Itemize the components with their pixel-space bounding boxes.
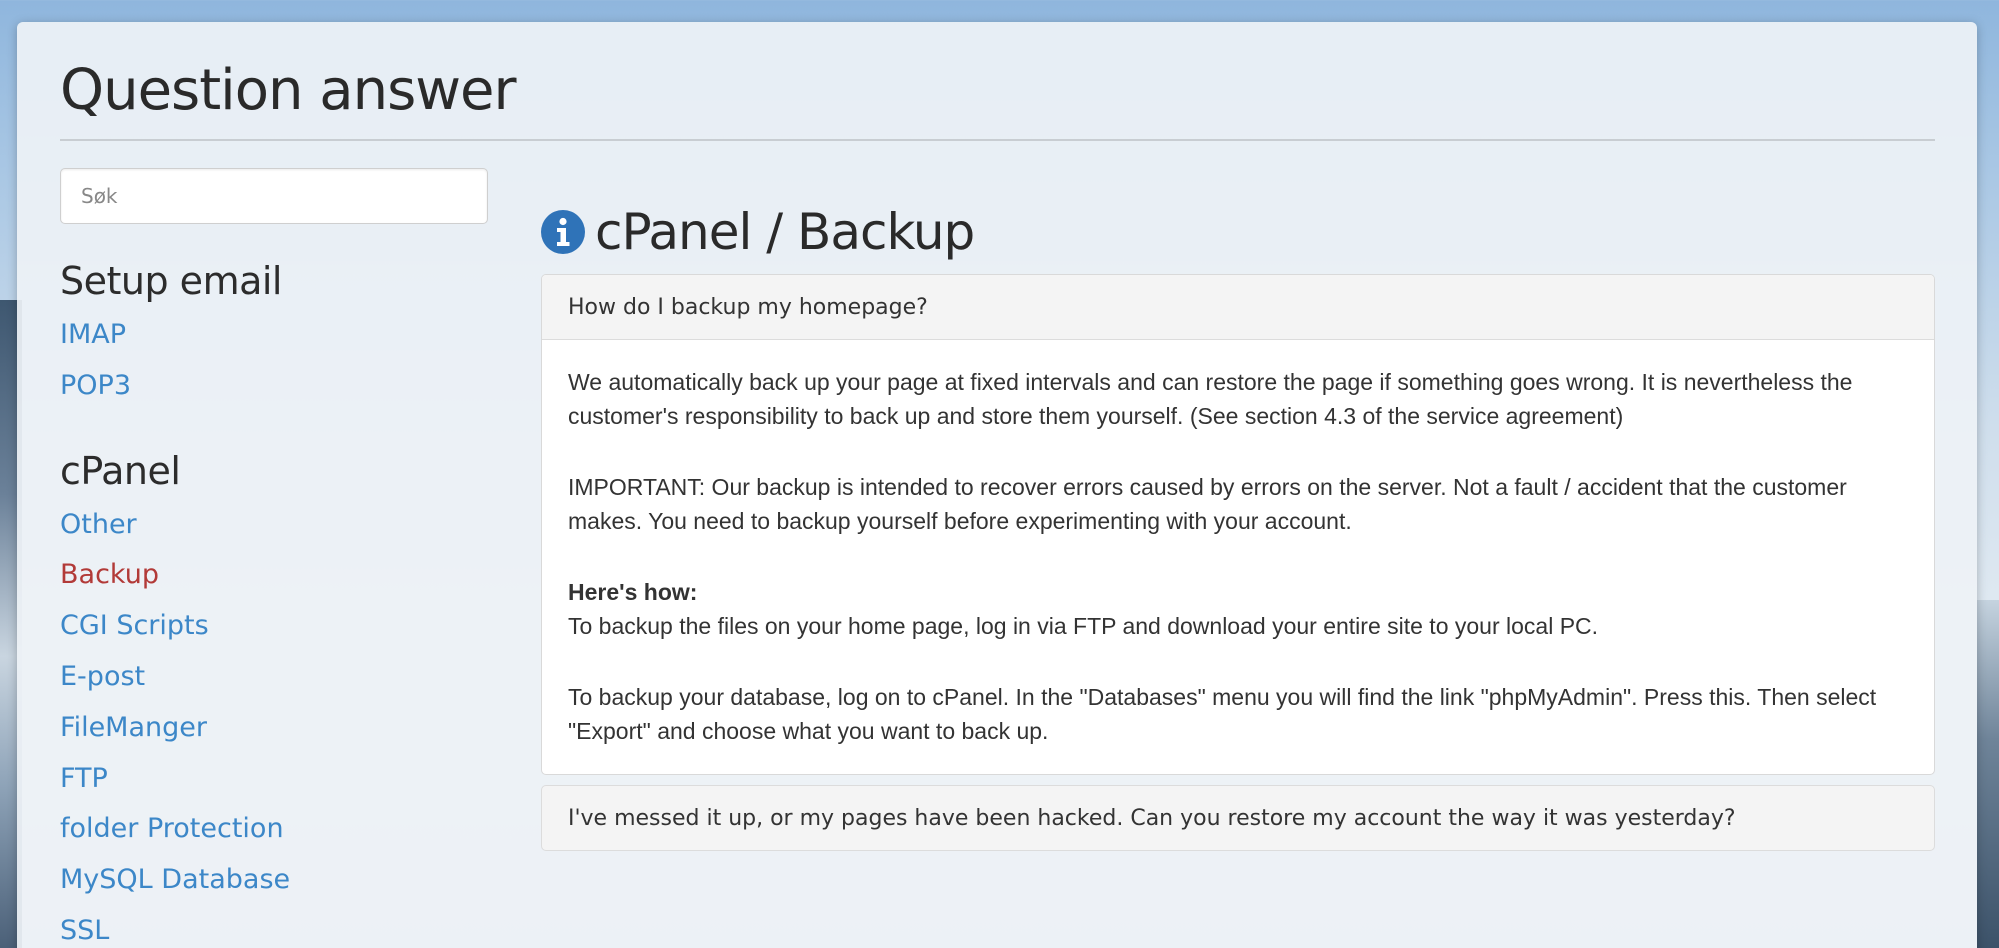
sidebar: Setup email IMAP POP3 cPanel Other Backu… bbox=[60, 252, 500, 948]
sidebar-item-cgi-scripts[interactable]: CGI Scripts bbox=[60, 601, 500, 652]
sidebar-item-filemanger[interactable]: FileManger bbox=[60, 703, 500, 754]
sidebar-item-mysql-database[interactable]: MySQL Database bbox=[60, 855, 500, 906]
faq-question-toggle[interactable]: How do I backup my homepage? bbox=[542, 275, 1934, 340]
section-title: cPanel / Backup bbox=[595, 203, 975, 261]
answer-paragraph: To backup your database, log on to cPane… bbox=[568, 684, 1877, 744]
page-title: Question answer bbox=[60, 58, 517, 123]
sidebar-item-pop3[interactable]: POP3 bbox=[60, 361, 500, 412]
search-input[interactable] bbox=[60, 168, 488, 224]
sidebar-item-backup[interactable]: Backup bbox=[60, 550, 500, 601]
howto-label: Here's how: bbox=[568, 579, 698, 605]
sidebar-item-folder-protection[interactable]: folder Protection bbox=[60, 804, 500, 855]
sidebar-heading-setup-email: Setup email bbox=[60, 259, 282, 303]
answer-paragraph: We automatically back up your page at fi… bbox=[568, 369, 1853, 429]
answer-paragraph: IMPORTANT: Our backup is intended to rec… bbox=[568, 474, 1847, 534]
howto-text: To backup the files on your home page, l… bbox=[568, 612, 1599, 639]
sidebar-item-ftp[interactable]: FTP bbox=[60, 754, 500, 805]
answer-paragraph-howto: Here's how: To backup the files on your … bbox=[568, 576, 1908, 643]
main-content: cPanel / Backup How do I backup my homep… bbox=[541, 200, 1935, 851]
faq-answer: We automatically back up your page at fi… bbox=[542, 340, 1934, 774]
sidebar-item-imap[interactable]: IMAP bbox=[60, 310, 500, 361]
faq-panel-expanded: How do I backup my homepage? We automati… bbox=[541, 274, 1935, 775]
section-header: cPanel / Backup bbox=[541, 200, 1935, 264]
background-mountain-right bbox=[1977, 600, 1999, 948]
sidebar-item-other[interactable]: Other bbox=[60, 500, 500, 551]
sidebar-item-e-post[interactable]: E-post bbox=[60, 652, 500, 703]
sidebar-item-ssl[interactable]: SSL bbox=[60, 906, 500, 948]
sidebar-heading-cpanel: cPanel bbox=[60, 448, 181, 493]
title-divider bbox=[60, 139, 1935, 141]
faq-question-toggle[interactable]: I've messed it up, or my pages have been… bbox=[541, 785, 1935, 851]
info-circle-icon bbox=[541, 210, 585, 254]
